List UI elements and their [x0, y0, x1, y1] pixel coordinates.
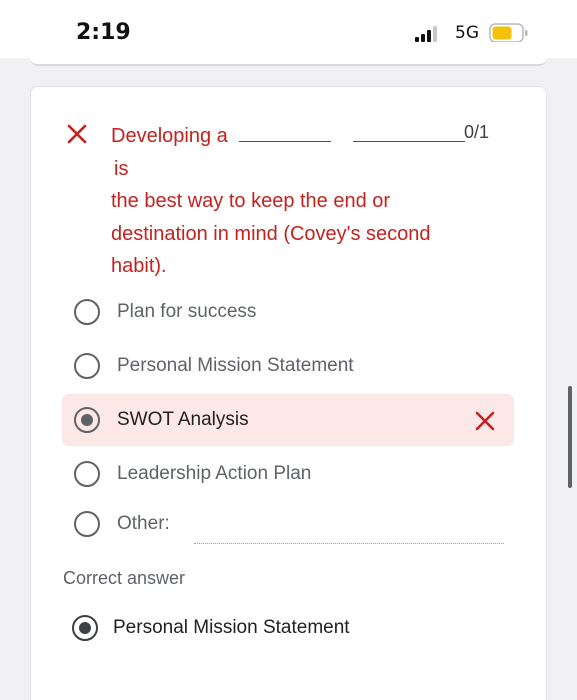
radio-button-checked — [72, 615, 98, 641]
other-text-field[interactable] — [194, 543, 504, 544]
option-label: Plan for success — [117, 301, 257, 322]
score-value: 0/1 — [464, 122, 490, 142]
wrong-answer-icon — [67, 124, 87, 144]
radio-button[interactable] — [74, 299, 100, 325]
question-text: Developing a is the best way to keep the… — [111, 120, 471, 283]
radio-button-checked[interactable] — [74, 407, 100, 433]
option-swot-analysis[interactable]: SWOT Analysis — [62, 394, 514, 446]
radio-button[interactable] — [74, 461, 100, 487]
wrong-x-icon — [475, 411, 495, 431]
option-leadership-action-plan[interactable]: Leadership Action Plan — [62, 448, 514, 500]
correct-answer-option: Personal Mission Statement — [62, 602, 514, 654]
blank-line-2 — [352, 141, 465, 142]
option-label: Other: — [117, 513, 170, 534]
scrollbar-thumb[interactable] — [568, 386, 572, 488]
previous-question-card — [30, 42, 547, 66]
radio-button[interactable] — [74, 353, 100, 379]
signal-icon — [415, 26, 437, 42]
option-label: Leadership Action Plan — [117, 463, 312, 484]
network-label: 5G — [455, 23, 479, 43]
correct-answer-title: Correct answer — [63, 568, 186, 588]
option-other[interactable]: Other: — [62, 498, 514, 550]
option-label: Personal Mission Statement — [117, 355, 354, 376]
correct-answer-label: Personal Mission Statement — [113, 617, 350, 638]
option-personal-mission-statement[interactable]: Personal Mission Statement — [62, 340, 514, 392]
blank-line-1 — [239, 141, 332, 142]
question-score: 0/1 — [464, 122, 489, 143]
radio-button[interactable] — [74, 511, 100, 537]
question-text-rest: the best way to keep the end or destinat… — [111, 190, 431, 277]
question-text-part1: Developing a — [111, 125, 228, 147]
question-text-part2: is — [114, 157, 129, 180]
battery-icon — [489, 23, 528, 43]
option-plan-for-success[interactable]: Plan for success — [62, 286, 514, 338]
option-label: SWOT Analysis — [117, 409, 249, 430]
